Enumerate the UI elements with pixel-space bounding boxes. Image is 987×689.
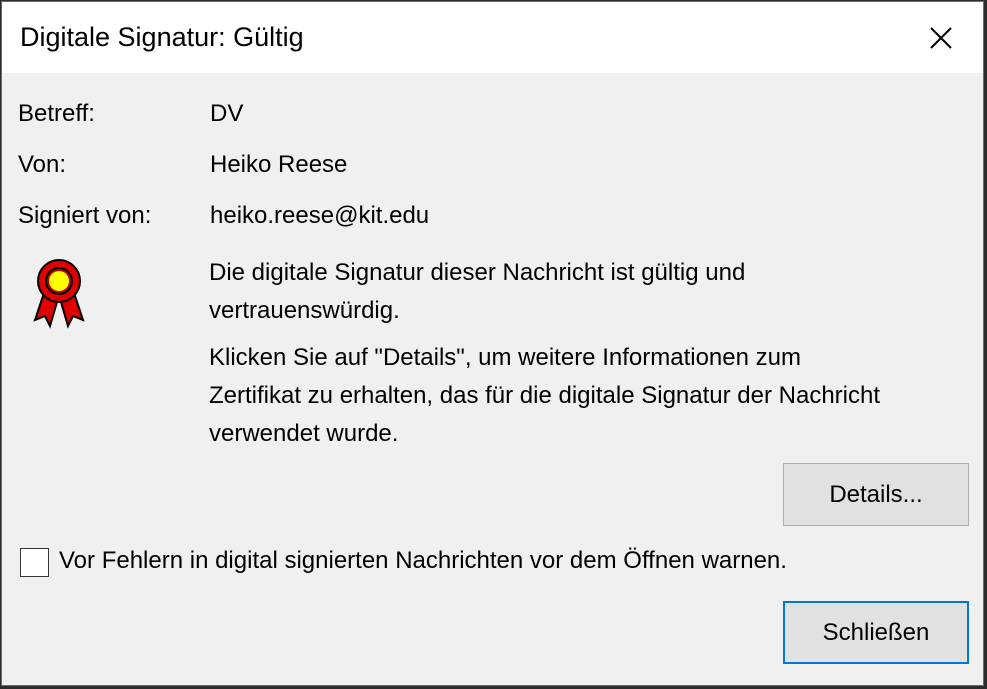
close-button[interactable] xyxy=(899,2,983,73)
dialog-title: Digitale Signatur: Gültig xyxy=(20,22,304,52)
message-line-1: Die digitale Signatur dieser Nachricht i… xyxy=(209,259,746,286)
message-line-3: Klicken Sie auf "Details", um weitere In… xyxy=(209,344,801,371)
details-button[interactable]: Details... xyxy=(783,463,969,526)
from-value: Heiko Reese xyxy=(210,151,348,178)
signed-by-label: Signiert von: xyxy=(18,202,152,229)
signature-dialog: Digitale Signatur: Gültig Betreff: DV Vo… xyxy=(1,1,984,686)
message-line-4: Zertifikat zu erhalten, das für die digi… xyxy=(209,382,881,409)
close-icon xyxy=(930,26,952,49)
warn-errors-label[interactable]: Vor Fehlern in digital signierten Nachri… xyxy=(59,547,787,575)
warn-errors-checkbox[interactable] xyxy=(20,548,49,577)
subject-label: Betreff: xyxy=(18,100,95,127)
close-dialog-button[interactable]: Schließen xyxy=(783,601,969,664)
subject-value: DV xyxy=(210,100,244,127)
signed-by-value: heiko.reese@kit.edu xyxy=(210,202,430,229)
certificate-rosette-icon xyxy=(33,259,85,329)
from-label: Von: xyxy=(18,151,67,178)
message-line-5: verwendet wurde. xyxy=(209,420,399,447)
title-bar: Digitale Signatur: Gültig xyxy=(2,2,983,73)
message-line-2: vertrauenswürdig. xyxy=(209,297,400,324)
